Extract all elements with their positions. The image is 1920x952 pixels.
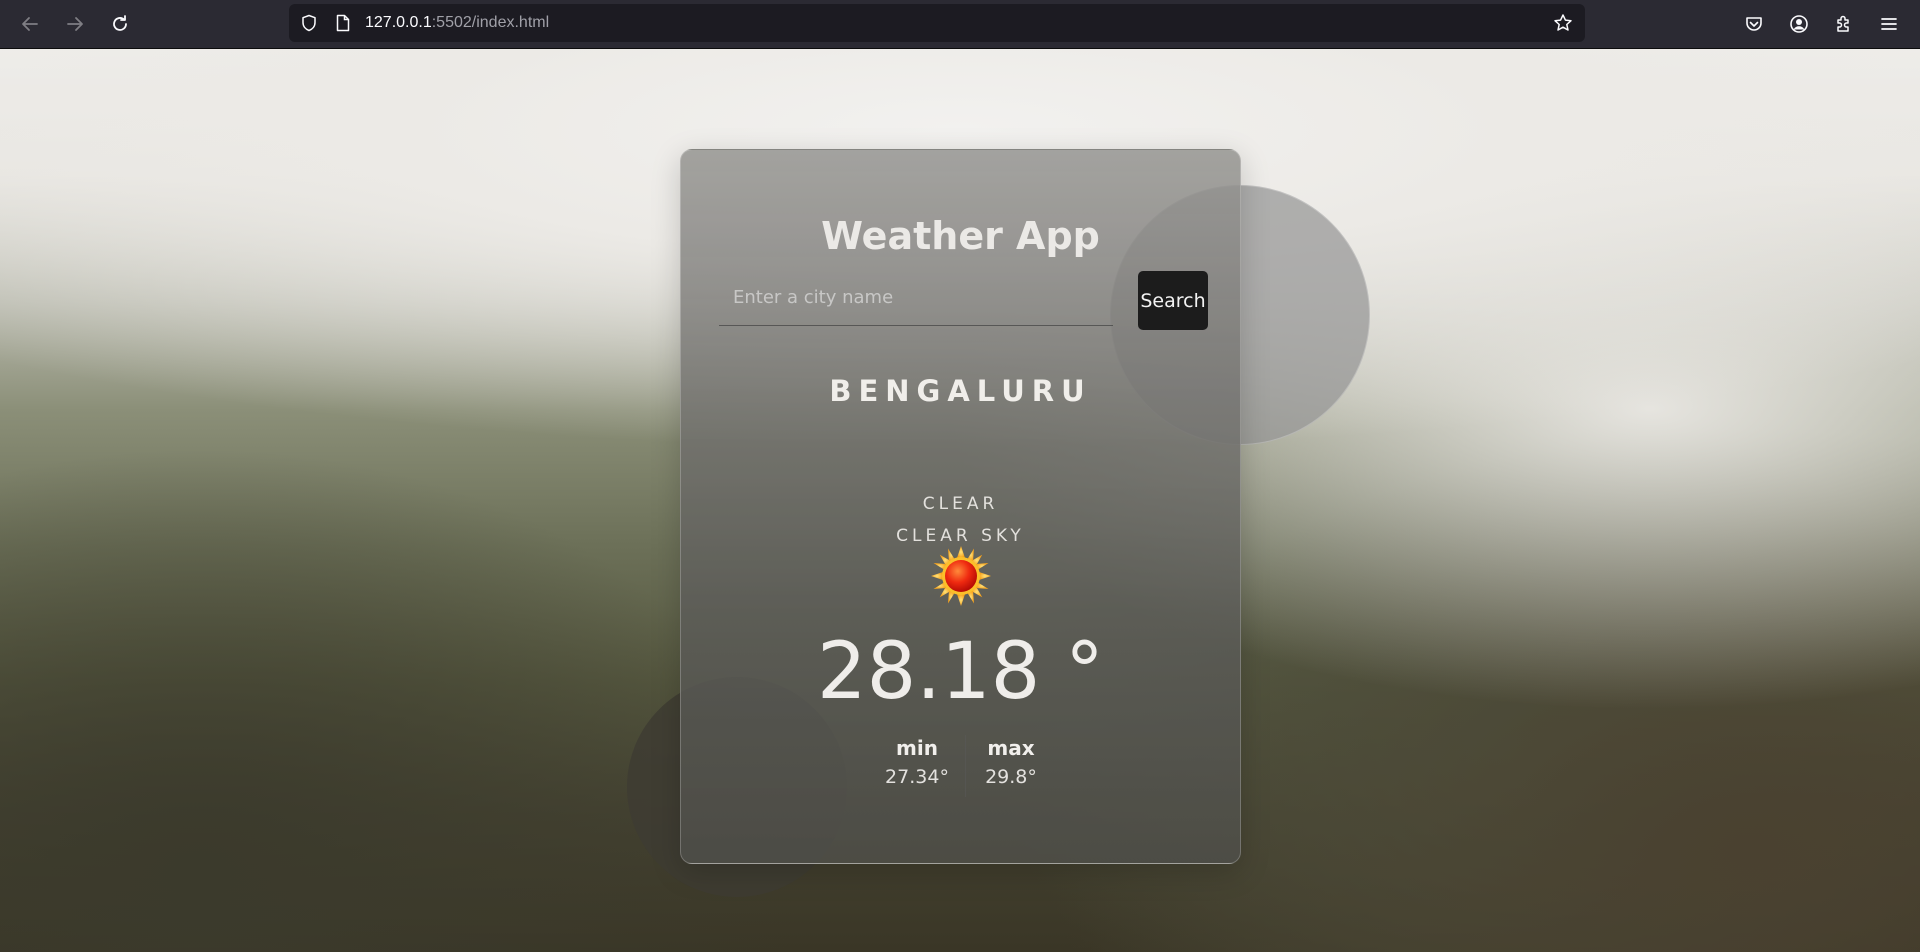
min-max-divider [965, 735, 966, 797]
browser-toolbar: 127.0.0.1:5502/index.html [0, 0, 1920, 49]
forward-icon[interactable] [60, 9, 90, 39]
url-path: :5502/index.html [431, 14, 550, 31]
shield-icon[interactable] [299, 13, 319, 33]
page-background: Weather App Search BENGALURU CLEAR CLEAR… [0, 49, 1920, 952]
back-icon[interactable] [15, 9, 45, 39]
max-value: 29.8° [985, 766, 1037, 788]
account-icon[interactable] [1787, 12, 1811, 36]
pocket-icon[interactable] [1742, 12, 1766, 36]
sun-icon [931, 546, 991, 606]
weather-condition: CLEAR [922, 494, 999, 514]
min-value: 27.34° [885, 766, 949, 788]
menu-icon[interactable] [1877, 12, 1901, 36]
star-icon[interactable] [1553, 13, 1573, 33]
reload-icon[interactable] [105, 9, 135, 39]
url-host: 127.0.0.1 [365, 14, 432, 31]
url-bar[interactable]: 127.0.0.1:5502/index.html [289, 4, 1585, 42]
extensions-icon[interactable] [1832, 12, 1856, 36]
max-label: max [987, 736, 1035, 760]
min-label: min [896, 736, 938, 760]
url-text[interactable]: 127.0.0.1:5502/index.html [365, 14, 549, 32]
page-icon [333, 13, 353, 33]
weather-card: Weather App Search BENGALURU CLEAR CLEAR… [680, 149, 1241, 864]
weather-description: CLEAR SKY [896, 526, 1025, 546]
temperature: 28.18 ° [816, 627, 1105, 717]
search-button[interactable]: Search [1138, 271, 1208, 330]
app-title: Weather App [821, 214, 1100, 258]
city-name: BENGALURU [829, 374, 1092, 408]
search-input[interactable] [719, 270, 1113, 326]
